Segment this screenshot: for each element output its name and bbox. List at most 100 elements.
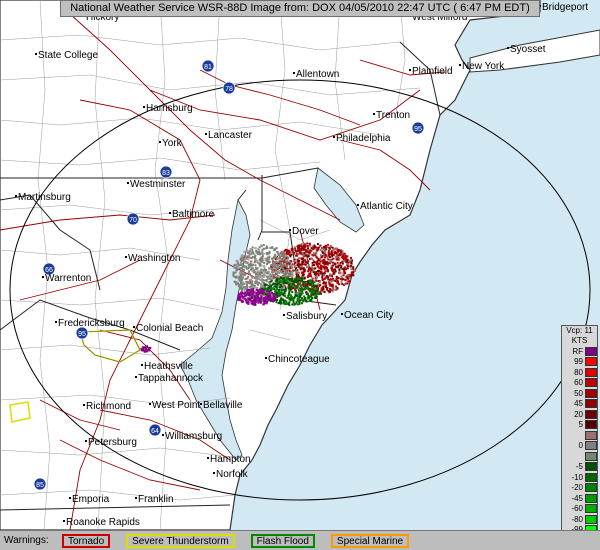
legend-row: 99	[562, 357, 597, 368]
legend-label: RF	[572, 346, 583, 356]
legend-label: 99	[574, 357, 583, 367]
legend-swatch	[585, 441, 597, 451]
city-label: Colonial Beach	[136, 323, 203, 334]
legend-rows: RF99806050452050-5-10-20-45-60-80-99ND	[562, 346, 597, 546]
legend-swatch	[585, 514, 597, 524]
city-marker	[333, 136, 335, 138]
city-marker	[83, 404, 85, 406]
city-marker	[200, 403, 202, 405]
page-title: National Weather Service WSR-88D Image f…	[70, 2, 530, 14]
city-marker	[293, 72, 295, 74]
radar-map: 817895837066956485 State CollegeHarrisbu…	[0, 0, 600, 530]
legend-row: 60	[562, 378, 597, 389]
city-label: Tappahannock	[138, 373, 204, 384]
city-label: Baltimore	[172, 209, 215, 220]
city-marker	[85, 440, 87, 442]
legend-swatch	[585, 430, 597, 440]
city-marker	[15, 195, 17, 197]
warning-flash-flood[interactable]: Flash Flood	[250, 533, 315, 548]
city-marker	[42, 276, 44, 278]
highway-shield-number: 81	[204, 64, 212, 71]
city-label: Lancaster	[208, 130, 253, 141]
legend-row: 80	[562, 367, 597, 378]
highway-shield-number: 64	[151, 428, 159, 435]
city-label: New York	[462, 61, 505, 72]
legend-row: -5	[562, 462, 597, 473]
legend-swatch	[585, 483, 597, 493]
city-label: Ocean City	[344, 310, 393, 321]
city-marker	[149, 403, 151, 405]
city-marker	[265, 357, 267, 359]
legend-label: 60	[574, 378, 583, 388]
legend-row: -45	[562, 493, 597, 504]
city-label: Chincoteague	[268, 354, 330, 365]
legend-row: RF	[562, 346, 597, 357]
legend-swatch	[585, 409, 597, 419]
city-marker	[409, 69, 411, 71]
city-label: Salisbury	[286, 311, 327, 322]
city-marker	[283, 314, 285, 316]
city-label: Petersburg	[88, 437, 137, 448]
legend-swatch	[585, 493, 597, 503]
velocity-legend: Vcp: 11 KTS RF 99 80 60 50 45 20 5 0 -5 -10 -20 -45-…	[561, 325, 598, 547]
legend-swatch	[585, 346, 597, 356]
highway-shield-number: 70	[129, 217, 137, 224]
highway-shield-number: 83	[162, 170, 170, 177]
city-label: Plainfield	[412, 66, 453, 77]
legend-label: -20	[571, 483, 583, 493]
city-label: Atlantic City	[360, 201, 413, 212]
legend-label: 20	[574, 409, 583, 419]
city-marker	[141, 364, 143, 366]
highway-shield-number: 95	[78, 331, 86, 338]
city-label: Franklin	[138, 494, 174, 505]
city-label: West Point	[152, 400, 200, 411]
city-label: Harrisburg	[146, 103, 193, 114]
legend-swatch	[585, 367, 597, 377]
legend-label: 0	[578, 441, 583, 451]
legend-swatch	[585, 472, 597, 482]
city-label: Philadelphia	[336, 133, 391, 144]
highway-shield-number: 95	[414, 126, 422, 133]
warning-severe-thunderstorm[interactable]: Severe Thunderstorm	[126, 533, 235, 548]
city-label: Martinsburg	[18, 192, 71, 203]
city-label: Trenton	[376, 110, 410, 121]
warnings-label: Warnings:	[4, 535, 49, 546]
city-marker	[63, 520, 65, 522]
legend-units: KTS	[571, 336, 588, 345]
city-label: Fredericksburg	[58, 318, 125, 329]
city-label: Dover	[292, 226, 319, 237]
city-marker	[127, 182, 129, 184]
legend-row	[562, 430, 597, 441]
city-label: Norfolk	[216, 469, 249, 480]
legend-label: -45	[571, 493, 583, 503]
city-marker	[507, 47, 509, 49]
city-label: Heathsville	[144, 361, 193, 372]
legend-swatch	[585, 378, 597, 388]
legend-row: 0	[562, 441, 597, 452]
city-marker	[205, 133, 207, 135]
city-label: Bridgeport	[542, 2, 588, 13]
city-marker	[125, 256, 127, 258]
highway-shield-number: 85	[36, 482, 44, 489]
city-label: Westminster	[130, 179, 186, 190]
warning-special-marine[interactable]: Special Marine	[330, 533, 410, 548]
legend-label: -5	[575, 462, 583, 472]
city-marker	[341, 313, 343, 315]
legend-label: 5	[578, 420, 583, 430]
warning-tornado[interactable]: Tornado	[62, 533, 111, 548]
legend-swatch	[585, 399, 597, 409]
legend-row: 5	[562, 420, 597, 431]
legend-swatch	[585, 388, 597, 398]
city-label: State College	[38, 50, 98, 61]
city-marker	[213, 472, 215, 474]
legend-title: Vcp: 11	[566, 326, 593, 335]
legend-row: -20	[562, 483, 597, 494]
legend-label: 50	[574, 388, 583, 398]
city-label: Bellaville	[203, 400, 243, 411]
legend-label: 45	[574, 399, 583, 409]
city-marker	[159, 141, 161, 143]
city-label: Roanoke Rapids	[66, 517, 140, 528]
highway-shield-number: 78	[225, 86, 233, 93]
city-marker	[133, 326, 135, 328]
city-marker	[207, 457, 209, 459]
